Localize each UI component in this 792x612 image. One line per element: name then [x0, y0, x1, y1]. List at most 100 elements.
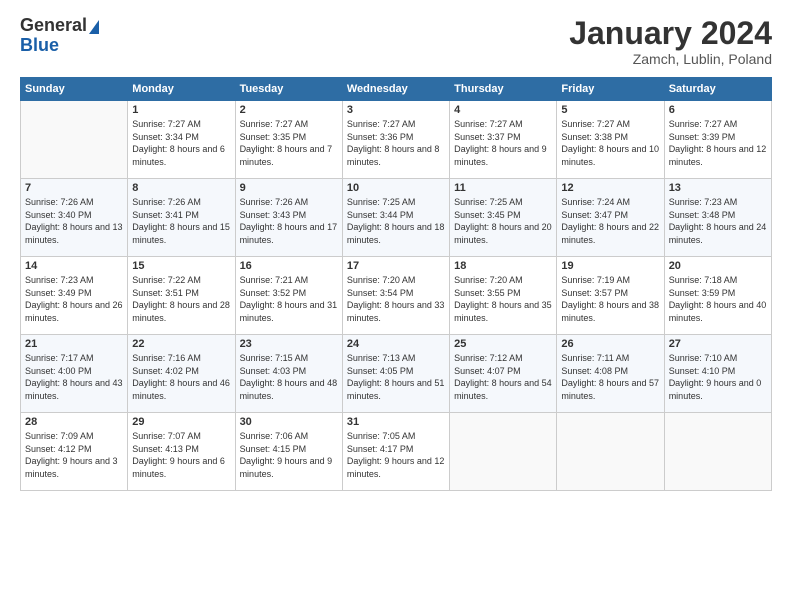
day-number: 5: [561, 104, 659, 116]
day-number: 9: [240, 182, 338, 194]
logo-triangle-icon: [89, 20, 99, 34]
day-number: 25: [454, 338, 552, 350]
day-cell: 26 Sunrise: 7:11 AMSunset: 4:08 PMDayligh…: [557, 335, 664, 413]
day-info: Sunrise: 7:19 AMSunset: 3:57 PMDaylight:…: [561, 274, 659, 324]
day-number: 2: [240, 104, 338, 116]
day-number: 26: [561, 338, 659, 350]
weekday-header-monday: Monday: [128, 78, 235, 101]
day-number: 16: [240, 260, 338, 272]
day-cell: 10Sunrise: 7:25 AMSunset: 3:44 PMDayligh…: [342, 179, 449, 257]
day-info: Sunrise: 7:06 AMSunset: 4:15 PMDaylight:…: [240, 430, 338, 480]
day-number: 6: [669, 104, 767, 116]
day-info: Sunrise: 7:15 AMSunset: 4:03 PMDaylight:…: [240, 352, 338, 402]
day-cell: 13Sunrise: 7:23 AMSunset: 3:48 PMDayligh…: [664, 179, 771, 257]
day-number: 13: [669, 182, 767, 194]
day-number: 23: [240, 338, 338, 350]
day-info: Sunrise: 7:27 AMSunset: 3:37 PMDaylight:…: [454, 118, 552, 168]
day-cell: 2 Sunrise: 7:27 AMSunset: 3:35 PMDaylight…: [235, 101, 342, 179]
day-cell: 23 Sunrise: 7:15 AMSunset: 4:03 PMDayligh…: [235, 335, 342, 413]
day-cell: 11Sunrise: 7:25 AMSunset: 3:45 PMDayligh…: [450, 179, 557, 257]
day-info: Sunrise: 7:26 AMSunset: 3:43 PMDaylight:…: [240, 196, 338, 246]
weekday-header-wednesday: Wednesday: [342, 78, 449, 101]
weekday-header-tuesday: Tuesday: [235, 78, 342, 101]
day-info: Sunrise: 7:05 AMSunset: 4:17 PMDaylight:…: [347, 430, 445, 480]
page: General Blue January 2024 Zamch, Lublin,…: [0, 0, 792, 612]
day-cell: [664, 413, 771, 491]
day-cell: 4 Sunrise: 7:27 AMSunset: 3:37 PMDaylight…: [450, 101, 557, 179]
day-cell: 17Sunrise: 7:20 AMSunset: 3:54 PMDayligh…: [342, 257, 449, 335]
day-cell: 25Sunrise: 7:12 AMSunset: 4:07 PMDayligh…: [450, 335, 557, 413]
logo-blue: Blue: [20, 35, 59, 55]
day-info: Sunrise: 7:17 AMSunset: 4:00 PMDaylight:…: [25, 352, 123, 402]
day-number: 14: [25, 260, 123, 272]
day-number: 4: [454, 104, 552, 116]
day-cell: 24 Sunrise: 7:13 AMSunset: 4:05 PMDayligh…: [342, 335, 449, 413]
day-cell: [21, 101, 128, 179]
day-cell: 6Sunrise: 7:27 AMSunset: 3:39 PMDaylight…: [664, 101, 771, 179]
day-number: 24: [347, 338, 445, 350]
day-cell: 7 Sunrise: 7:26 AMSunset: 3:40 PMDaylight…: [21, 179, 128, 257]
day-number: 15: [132, 260, 230, 272]
day-number: 30: [240, 416, 338, 428]
day-number: 19: [561, 260, 659, 272]
day-info: Sunrise: 7:27 AMSunset: 3:36 PMDaylight:…: [347, 118, 445, 168]
day-cell: 16 Sunrise: 7:21 AMSunset: 3:52 PMDayligh…: [235, 257, 342, 335]
day-info: Sunrise: 7:25 AMSunset: 3:44 PMDaylight:…: [347, 196, 445, 246]
week-row-5: 28Sunrise: 7:09 AMSunset: 4:12 PMDayligh…: [21, 413, 772, 491]
day-cell: 21Sunrise: 7:17 AMSunset: 4:00 PMDayligh…: [21, 335, 128, 413]
day-number: 27: [669, 338, 767, 350]
day-info: Sunrise: 7:27 AMSunset: 3:35 PMDaylight:…: [240, 118, 338, 168]
day-info: Sunrise: 7:13 AMSunset: 4:05 PMDaylight:…: [347, 352, 445, 402]
weekday-header-friday: Friday: [557, 78, 664, 101]
day-info: Sunrise: 7:26 AMSunset: 3:40 PMDaylight:…: [25, 196, 123, 246]
header: General Blue January 2024 Zamch, Lublin,…: [20, 16, 772, 67]
day-number: 1: [132, 104, 230, 116]
weekday-header-row: SundayMondayTuesdayWednesdayThursdayFrid…: [21, 78, 772, 101]
day-number: 3: [347, 104, 445, 116]
day-number: 8: [132, 182, 230, 194]
day-cell: 20Sunrise: 7:18 AMSunset: 3:59 PMDayligh…: [664, 257, 771, 335]
day-cell: [450, 413, 557, 491]
day-number: 12: [561, 182, 659, 194]
day-info: Sunrise: 7:26 AMSunset: 3:41 PMDaylight:…: [132, 196, 230, 246]
day-number: 31: [347, 416, 445, 428]
day-cell: 18Sunrise: 7:20 AMSunset: 3:55 PMDayligh…: [450, 257, 557, 335]
day-info: Sunrise: 7:21 AMSunset: 3:52 PMDaylight:…: [240, 274, 338, 324]
day-info: Sunrise: 7:16 AMSunset: 4:02 PMDaylight:…: [132, 352, 230, 402]
day-cell: 14 Sunrise: 7:23 AMSunset: 3:49 PMDayligh…: [21, 257, 128, 335]
day-number: 29: [132, 416, 230, 428]
day-info: Sunrise: 7:11 AMSunset: 4:08 PMDaylight:…: [561, 352, 659, 402]
subtitle: Zamch, Lublin, Poland: [569, 51, 772, 67]
day-info: Sunrise: 7:10 AMSunset: 4:10 PMDaylight:…: [669, 352, 767, 402]
day-number: 18: [454, 260, 552, 272]
day-number: 28: [25, 416, 123, 428]
weekday-header-saturday: Saturday: [664, 78, 771, 101]
day-info: Sunrise: 7:22 AMSunset: 3:51 PMDaylight:…: [132, 274, 230, 324]
main-title: January 2024: [569, 16, 772, 51]
day-cell: 8 Sunrise: 7:26 AMSunset: 3:41 PMDaylight…: [128, 179, 235, 257]
title-block: January 2024 Zamch, Lublin, Poland: [569, 16, 772, 67]
day-cell: 27 Sunrise: 7:10 AMSunset: 4:10 PMDayligh…: [664, 335, 771, 413]
logo: General Blue: [20, 16, 99, 56]
day-info: Sunrise: 7:23 AMSunset: 3:49 PMDaylight:…: [25, 274, 123, 324]
week-row-3: 14 Sunrise: 7:23 AMSunset: 3:49 PMDayligh…: [21, 257, 772, 335]
day-info: Sunrise: 7:20 AMSunset: 3:54 PMDaylight:…: [347, 274, 445, 324]
day-info: Sunrise: 7:18 AMSunset: 3:59 PMDaylight:…: [669, 274, 767, 324]
day-cell: 9 Sunrise: 7:26 AMSunset: 3:43 PMDaylight…: [235, 179, 342, 257]
week-row-4: 21Sunrise: 7:17 AMSunset: 4:00 PMDayligh…: [21, 335, 772, 413]
day-info: Sunrise: 7:07 AMSunset: 4:13 PMDaylight:…: [132, 430, 230, 480]
day-number: 7: [25, 182, 123, 194]
week-row-2: 7 Sunrise: 7:26 AMSunset: 3:40 PMDaylight…: [21, 179, 772, 257]
day-cell: 3 Sunrise: 7:27 AMSunset: 3:36 PMDaylight…: [342, 101, 449, 179]
day-cell: 28Sunrise: 7:09 AMSunset: 4:12 PMDayligh…: [21, 413, 128, 491]
day-info: Sunrise: 7:24 AMSunset: 3:47 PMDaylight:…: [561, 196, 659, 246]
weekday-header-thursday: Thursday: [450, 78, 557, 101]
logo-general: General: [20, 15, 87, 35]
day-cell: [557, 413, 664, 491]
day-cell: 29 Sunrise: 7:07 AMSunset: 4:13 PMDayligh…: [128, 413, 235, 491]
day-cell: 12 Sunrise: 7:24 AMSunset: 3:47 PMDayligh…: [557, 179, 664, 257]
day-cell: 15 Sunrise: 7:22 AMSunset: 3:51 PMDayligh…: [128, 257, 235, 335]
day-cell: 5Sunrise: 7:27 AMSunset: 3:38 PMDaylight…: [557, 101, 664, 179]
day-info: Sunrise: 7:25 AMSunset: 3:45 PMDaylight:…: [454, 196, 552, 246]
day-cell: 30 Sunrise: 7:06 AMSunset: 4:15 PMDayligh…: [235, 413, 342, 491]
